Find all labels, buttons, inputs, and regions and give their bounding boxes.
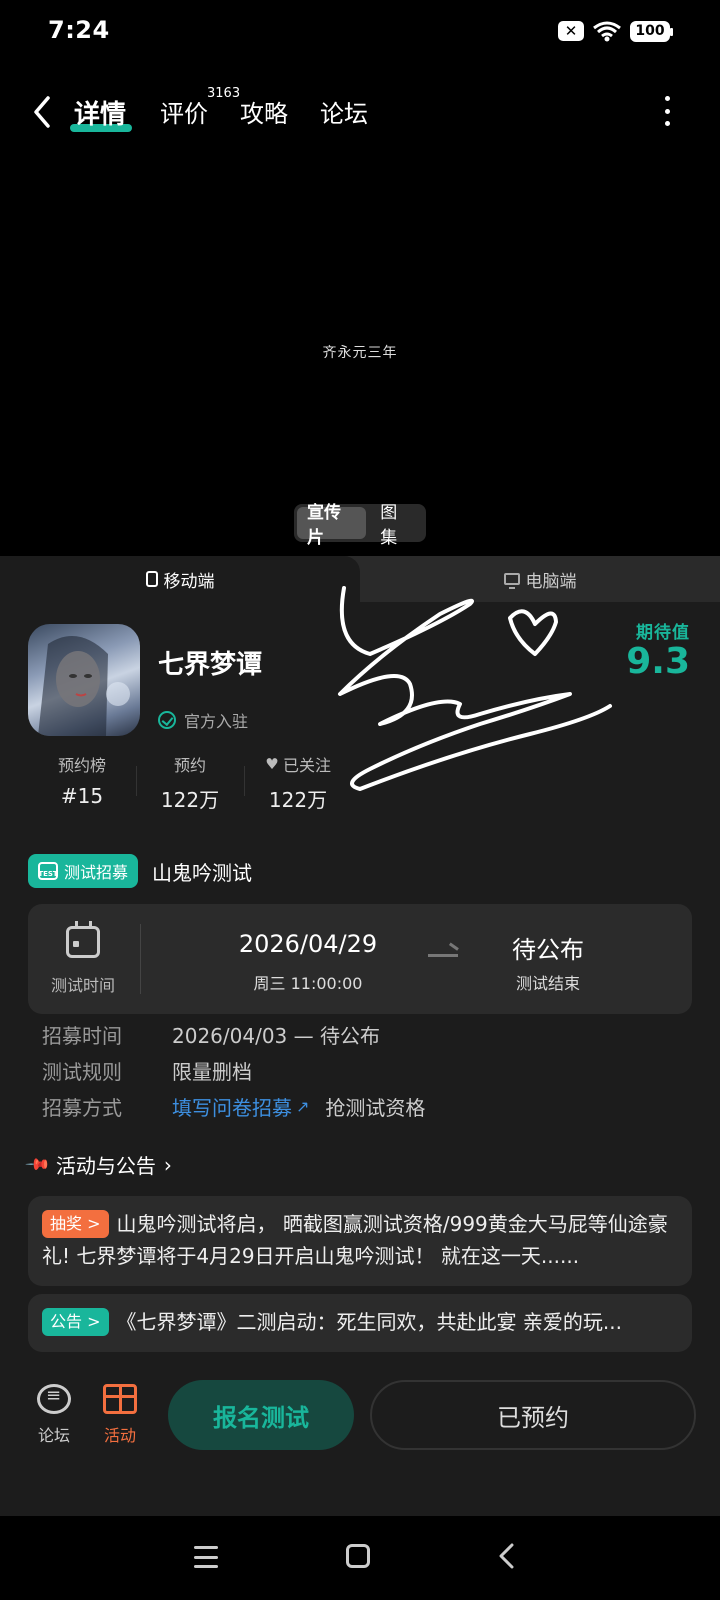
stat-value: 122万 [268, 788, 328, 812]
tab-detail[interactable]: 详情 [74, 94, 126, 131]
stat-value: #15 [60, 784, 104, 808]
phone-icon [145, 571, 158, 587]
section-title: 活动与公告 [55, 1154, 156, 1178]
stat-label-follow: ♥ 已关注 [244, 752, 352, 776]
stat-label: 预约 [173, 756, 206, 775]
link-label: 填写问卷招募 [172, 1095, 292, 1120]
stat-follow[interactable]: ♥ 已关注 122万 [244, 752, 352, 812]
recruit-badge: TEST 测试招募 [28, 854, 139, 888]
start-time: 周三 11:00:00 [253, 974, 363, 993]
stat-rank[interactable]: 预约榜 #15 [28, 752, 136, 812]
more-options-button[interactable] [664, 96, 670, 126]
info-label: 招募时间 [42, 1023, 122, 1048]
media-option-trailer[interactable]: 宣传片 [297, 503, 367, 548]
recruit-info: 招募时间 2026/04/03 — 待公布 测试规则 限量删档 招募方式 填写问… [42, 1016, 682, 1124]
reserved-button[interactable]: 已预约 [370, 1380, 696, 1450]
activity-label: 活动 [103, 1426, 136, 1445]
test-icon: TEST [38, 862, 58, 880]
tab-forum[interactable]: 论坛 [320, 94, 368, 129]
divider [140, 924, 141, 994]
tab-mobile-label: 移动端 [163, 571, 215, 592]
activities-section-header[interactable]: 📌 活动与公告 › [24, 1150, 172, 1179]
info-row: 测试规则 限量删档 [42, 1052, 682, 1088]
top-nav: 详情 评价 3163 攻略 论坛 [0, 84, 720, 140]
chevron-right-icon: › [163, 1152, 172, 1177]
signup-test-button[interactable]: 报名测试 [168, 1380, 354, 1450]
notice-item[interactable]: 公告 > 《七界梦谭》二测启动：死生同欢，共赴此宴 亲爱的玩... [28, 1294, 692, 1352]
lottery-badge: 抽奖 > [42, 1210, 109, 1238]
info-label: 测试规则 [42, 1059, 122, 1084]
monitor-icon [503, 573, 520, 589]
forum-button[interactable]: 论坛 [28, 1384, 80, 1446]
info-value: 2026/04/03 — 待公布 [172, 1023, 380, 1048]
info-value: 抢测试资格 [325, 1095, 426, 1120]
test-time-label: 测试时间 [50, 976, 115, 995]
home-icon[interactable] [346, 1544, 370, 1568]
tab-review[interactable]: 评价 [160, 94, 208, 129]
expect-label: 期待值 [636, 623, 690, 643]
check-circle-icon [158, 711, 176, 729]
stat-label: 已关注 [282, 756, 331, 775]
forum-label: 论坛 [37, 1426, 70, 1445]
official-label: 官方入驻 [184, 712, 249, 731]
tab-pc-label: 电脑端 [525, 571, 577, 592]
recruit-name: 山鬼吟测试 [152, 860, 253, 885]
stat-label: 预约榜 [57, 756, 106, 775]
detail-sheet: 电脑端 移动端 七界梦谭 官方入驻 期待值 9.3 预约榜 #15 预约 122… [0, 556, 720, 1516]
wifi-icon [593, 21, 621, 42]
media-option-gallery[interactable]: 图集 [370, 503, 423, 548]
game-app-icon [28, 624, 140, 736]
external-link-icon: ↗ [296, 1096, 310, 1116]
activity-button[interactable]: 活动 [94, 1384, 146, 1446]
end-date: 待公布 [512, 936, 584, 964]
info-row: 招募时间 2026/04/03 — 待公布 [42, 1016, 682, 1052]
bottom-action-bar: 论坛 活动 报名测试 已预约 [0, 1372, 720, 1468]
tab-guide[interactable]: 攻略 [240, 94, 288, 129]
system-back-icon[interactable] [496, 1542, 518, 1570]
notice-text: 《七界梦谭》二测启动：死生同欢，共赴此宴 亲爱的玩... [116, 1310, 622, 1334]
video-caption: 齐永元三年 [322, 345, 398, 361]
notice-text: 山鬼吟测试将启， 晒截图赢测试资格/999黄金大马屁等仙途豪礼! 七界梦谭将于4… [42, 1212, 668, 1268]
system-nav-bar [0, 1516, 720, 1600]
recruit-row: TEST 测试招募 山鬼吟测试 [28, 854, 252, 888]
battery-icon: 100 [630, 20, 673, 42]
pin-icon: 📌 [24, 1150, 52, 1179]
heart-check-icon: ♥ [265, 755, 279, 773]
no-sim-icon: ✕ [558, 21, 584, 41]
info-row: 招募方式 填写问卷招募 ↗ 抢测试资格 [42, 1088, 682, 1124]
video-player[interactable]: 齐永元三年 宣传片 图集 [0, 140, 720, 558]
info-value: 限量删档 [172, 1059, 252, 1084]
questionnaire-link[interactable]: 填写问卷招募 ↗ [172, 1092, 309, 1121]
platform-tabs: 电脑端 移动端 [0, 556, 720, 602]
status-time: 7:24 [48, 16, 110, 44]
notice-item[interactable]: 抽奖 > 山鬼吟测试将启， 晒截图赢测试资格/999黄金大马屁等仙途豪礼! 七界梦… [28, 1196, 692, 1286]
end-label: 测试结束 [515, 974, 580, 993]
status-bar: 7:24 ✕ 100 [0, 0, 720, 64]
info-label: 招募方式 [42, 1095, 122, 1120]
stat-reserve: 预约 122万 [136, 752, 244, 812]
calendar-icon [66, 921, 100, 958]
expectation-score: 期待值 9.3 [626, 618, 690, 681]
game-title: 七界梦谭 [158, 650, 263, 680]
announcement-badge: 公告 > [42, 1308, 109, 1336]
start-date: 2026/04/29 [238, 930, 378, 958]
handwritten-signature [338, 586, 612, 791]
status-icons: ✕ 100 [558, 20, 673, 42]
back-button[interactable] [28, 94, 58, 130]
recent-apps-icon[interactable] [194, 1546, 218, 1568]
chat-bubble-icon [37, 1384, 71, 1414]
tab-pc[interactable]: 电脑端 [360, 556, 720, 602]
test-time-card: 测试时间 2026/04/29 周三 11:00:00 待公布 测试结束 [28, 904, 692, 1014]
expect-value: 9.3 [626, 641, 690, 682]
arrow-right-icon [428, 954, 458, 957]
official-tag: 官方入驻 [158, 708, 248, 732]
stat-value: 122万 [160, 788, 220, 812]
review-count-badge: 3163 [207, 86, 241, 101]
recruit-badge-label: 测试招募 [64, 863, 129, 882]
media-switch: 宣传片 图集 [294, 503, 426, 548]
gift-icon [103, 1384, 137, 1414]
stats-row: 预约榜 #15 预约 122万 ♥ 已关注 122万 [28, 752, 352, 812]
tab-mobile[interactable]: 移动端 [0, 556, 360, 602]
